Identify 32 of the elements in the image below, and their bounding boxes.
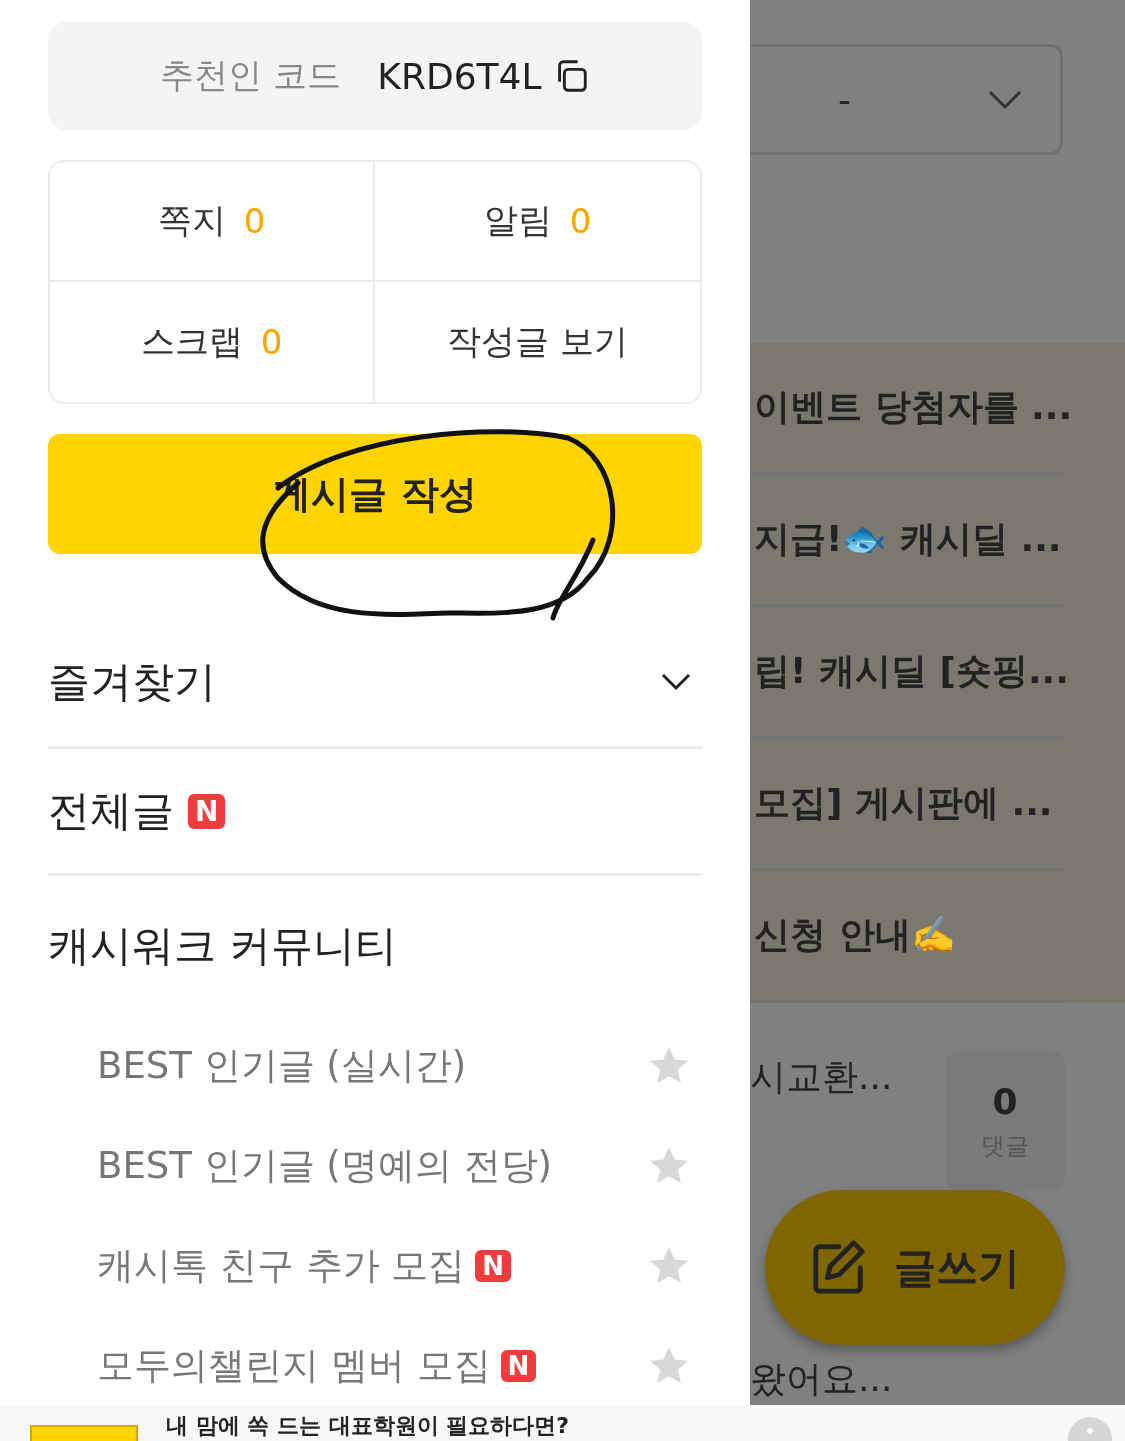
board-item[interactable]: BEST 인기글 (명예의 전당) (97, 1141, 552, 1191)
menu-item[interactable]: 전체글 (48, 783, 174, 839)
notice-title[interactable]: 모집] 게시판에 ... (750, 779, 1053, 828)
board-item[interactable]: 캐시톡 친구 추가 모집 (97, 1241, 466, 1291)
edit-icon (810, 1238, 868, 1297)
dropdown-value: - (838, 79, 851, 120)
section-heading: 캐시워크 커뮤니티 (48, 920, 398, 972)
board-item[interactable]: 모두의챌린지 멤버 모집 (97, 1341, 491, 1391)
new-badge: N (188, 793, 226, 829)
referral-code: KRD6T4L (377, 55, 542, 97)
stat-tile[interactable]: 쪽지 0 (50, 162, 375, 282)
post-title[interactable]: 왔어요... (750, 1355, 893, 1404)
new-badge: N (500, 1350, 537, 1382)
new-badge: N (475, 1250, 512, 1282)
menu-item[interactable]: 즐겨찾기 (48, 654, 216, 710)
referral-label: 추천인 코드 (160, 54, 342, 97)
stat-tile[interactable]: 스크랩 0 (50, 282, 375, 402)
comment-count: 0 (992, 1080, 1018, 1122)
board-item[interactable]: BEST 인기글 (실시간) (97, 1041, 467, 1091)
notice-title[interactable]: 지급!🐟 캐시딜 ... (750, 515, 1062, 564)
chevron-icon[interactable] (660, 672, 692, 692)
ad-logo-icon (30, 1425, 138, 1441)
filter-dropdown[interactable]: - (750, 44, 1063, 155)
notice-title[interactable]: 립! 캐시딜 [숏핑... (750, 647, 1069, 696)
write-fab-button[interactable]: 글쓰기 (765, 1190, 1065, 1345)
notice-title[interactable]: 이벤트 당첨자를 ... (750, 383, 1073, 432)
ad-text: 내 맘에 쏙 드는 대표학원이 필요하다면? (166, 1412, 570, 1440)
post-title[interactable]: 시교환... (750, 1053, 893, 1102)
ad-banner[interactable]: 내 맘에 쏙 드는 대표학원이 필요하다면? (0, 1405, 1125, 1441)
stat-tile[interactable]: 알림 0 (375, 162, 700, 282)
chevron-icon (988, 89, 1022, 110)
notice-title[interactable]: 신청 안내✍ (750, 911, 956, 960)
